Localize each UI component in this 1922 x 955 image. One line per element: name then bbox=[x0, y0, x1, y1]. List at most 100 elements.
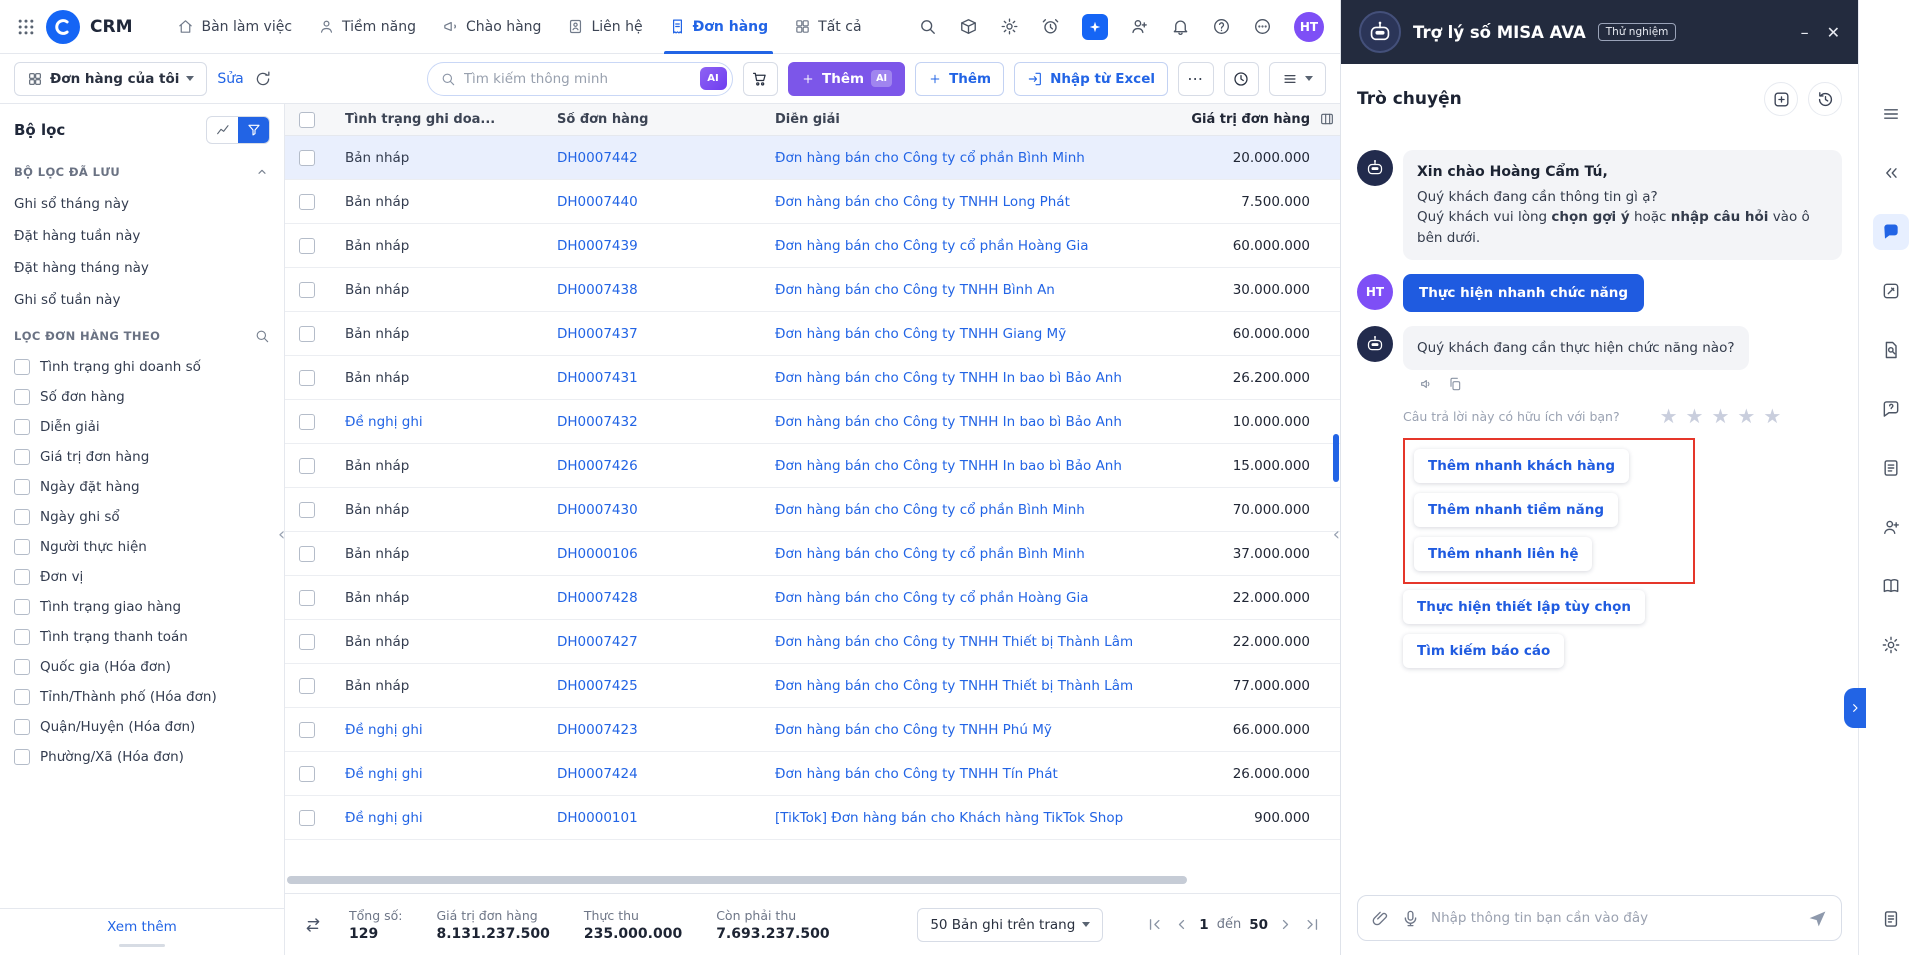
star-icon[interactable]: ★ bbox=[1686, 406, 1704, 426]
checkbox[interactable] bbox=[14, 569, 30, 585]
order-description-link[interactable]: Đơn hàng bán cho Công ty TNHH Thiết bị T… bbox=[759, 678, 1189, 694]
order-number-link[interactable]: DH0007424 bbox=[541, 766, 759, 782]
app-launcher-icon[interactable] bbox=[16, 17, 36, 37]
read-aloud-icon[interactable] bbox=[1419, 376, 1435, 392]
order-number-link[interactable]: DH0007439 bbox=[541, 238, 759, 254]
star-icon[interactable]: ★ bbox=[1763, 406, 1781, 426]
reminder-clock-icon[interactable] bbox=[1041, 17, 1060, 36]
saved-filter-3[interactable]: Ghi sổ tuần này bbox=[0, 284, 284, 316]
checkbox[interactable] bbox=[14, 629, 30, 645]
checkbox[interactable] bbox=[14, 449, 30, 465]
star-icon[interactable]: ★ bbox=[1660, 406, 1678, 426]
nav-item-1[interactable]: Tiềm năng bbox=[305, 0, 429, 54]
more-options-icon[interactable] bbox=[1253, 17, 1272, 36]
checkbox[interactable] bbox=[14, 659, 30, 675]
global-search-icon[interactable] bbox=[918, 17, 937, 36]
table-row[interactable]: Đề nghị ghiDH0007423Đơn hàng bán cho Côn… bbox=[285, 708, 1340, 752]
first-page-button[interactable] bbox=[1145, 915, 1164, 934]
order-description-link[interactable]: Đơn hàng bán cho Công ty TNHH Long Phát bbox=[759, 194, 1189, 210]
table-row[interactable]: Bản nhápDH0007431Đơn hàng bán cho Công t… bbox=[285, 356, 1340, 400]
more-actions-button[interactable]: ⋯ bbox=[1178, 62, 1214, 96]
rail-book-icon[interactable] bbox=[1873, 568, 1909, 604]
saved-filters-header[interactable]: BỘ LỌC ĐÃ LƯU bbox=[0, 152, 284, 188]
order-description-link[interactable]: Đơn hàng bán cho Công ty TNHH Phú Mỹ bbox=[759, 722, 1189, 738]
star-icon[interactable]: ★ bbox=[1737, 406, 1755, 426]
saved-filter-2[interactable]: Đặt hàng tháng này bbox=[0, 252, 284, 284]
rail-compose-icon[interactable] bbox=[1873, 273, 1909, 309]
row-checkbox[interactable] bbox=[285, 458, 329, 474]
filter-field-11[interactable]: Tỉnh/Thành phố (Hóa đơn) bbox=[0, 682, 284, 712]
row-checkbox[interactable] bbox=[285, 590, 329, 606]
sidebar-collapse-handle[interactable]: ‹ bbox=[278, 526, 285, 544]
vertical-scrollbar[interactable] bbox=[1333, 434, 1339, 482]
row-checkbox[interactable] bbox=[285, 370, 329, 386]
filter-field-3[interactable]: Giá trị đơn hàng bbox=[0, 442, 284, 472]
checkbox[interactable] bbox=[14, 719, 30, 735]
table-row[interactable]: Bản nhápDH0007425Đơn hàng bán cho Công t… bbox=[285, 664, 1340, 708]
view-selector[interactable]: Đơn hàng của tôi bbox=[14, 62, 207, 96]
filter-toggle[interactable] bbox=[238, 117, 269, 143]
table-row[interactable]: Bản nhápDH0007430Đơn hàng bán cho Công t… bbox=[285, 488, 1340, 532]
filter-field-1[interactable]: Số đơn hàng bbox=[0, 382, 284, 412]
quick-order-button[interactable] bbox=[743, 62, 779, 96]
order-description-link[interactable]: Đơn hàng bán cho Công ty cổ phần Bình Mi… bbox=[759, 502, 1189, 518]
suggestion-1[interactable]: Tìm kiếm báo cáo bbox=[1403, 634, 1564, 668]
checkbox[interactable] bbox=[14, 749, 30, 765]
user-quick-action[interactable]: Thực hiện nhanh chức năng bbox=[1403, 274, 1644, 312]
filter-field-6[interactable]: Người thực hiện bbox=[0, 532, 284, 562]
order-description-link[interactable]: Đơn hàng bán cho Công ty cổ phần Bình Mi… bbox=[759, 150, 1189, 166]
order-description-link[interactable]: Đơn hàng bán cho Công ty cổ phần Hoàng G… bbox=[759, 590, 1189, 606]
order-description-link[interactable]: Đơn hàng bán cho Công ty TNHH Bình An bbox=[759, 282, 1189, 298]
chat-history-button[interactable] bbox=[1808, 82, 1842, 116]
row-checkbox[interactable] bbox=[285, 678, 329, 694]
filter-field-5[interactable]: Ngày ghi sổ bbox=[0, 502, 284, 532]
col-description[interactable]: Diễn giải bbox=[759, 112, 1189, 127]
order-description-link[interactable]: Đơn hàng bán cho Công ty TNHH In bao bì … bbox=[759, 414, 1189, 430]
order-description-link[interactable]: Đơn hàng bán cho Công ty TNHH Giang Mỹ bbox=[759, 326, 1189, 342]
order-description-link[interactable]: Đơn hàng bán cho Công ty TNHH Tín Phát bbox=[759, 766, 1189, 782]
summary-icon[interactable] bbox=[303, 915, 323, 935]
row-checkbox[interactable] bbox=[285, 766, 329, 782]
filter-field-2[interactable]: Diễn giải bbox=[0, 412, 284, 442]
table-row[interactable]: Bản nhápDH0007426Đơn hàng bán cho Công t… bbox=[285, 444, 1340, 488]
checkbox[interactable] bbox=[14, 419, 30, 435]
suggestion-highlighted-1[interactable]: Thêm nhanh tiềm năng bbox=[1414, 493, 1618, 527]
copy-icon[interactable] bbox=[1447, 376, 1463, 392]
table-row[interactable]: Bản nhápDH0007428Đơn hàng bán cho Công t… bbox=[285, 576, 1340, 620]
filter-field-0[interactable]: Tình trạng ghi doanh số bbox=[0, 352, 284, 382]
filter-field-8[interactable]: Tình trạng giao hàng bbox=[0, 592, 284, 622]
filter-field-7[interactable]: Đơn vị bbox=[0, 562, 284, 592]
select-all-checkbox[interactable] bbox=[285, 112, 329, 128]
nav-item-3[interactable]: Liên hệ bbox=[554, 0, 655, 54]
col-order-no[interactable]: Số đơn hàng bbox=[541, 112, 759, 127]
table-row[interactable]: Bản nhápDH0000106Đơn hàng bán cho Công t… bbox=[285, 532, 1340, 576]
table-row[interactable]: Bản nhápDH0007442Đơn hàng bán cho Công t… bbox=[285, 136, 1340, 180]
send-icon[interactable] bbox=[1807, 908, 1828, 929]
order-description-link[interactable]: [TikTok] Đơn hàng bán cho Khách hàng Tik… bbox=[759, 810, 1189, 826]
row-checkbox[interactable] bbox=[285, 546, 329, 562]
resize-handle[interactable] bbox=[119, 944, 165, 947]
edit-view-link[interactable]: Sửa bbox=[217, 71, 243, 87]
close-button[interactable]: ✕ bbox=[1827, 23, 1840, 42]
rail-form-icon[interactable] bbox=[1873, 450, 1909, 486]
filter-field-4[interactable]: Ngày đặt hàng bbox=[0, 472, 284, 502]
checkbox[interactable] bbox=[14, 509, 30, 525]
table-row[interactable]: Bản nhápDH0007438Đơn hàng bán cho Công t… bbox=[285, 268, 1340, 312]
collapse-tab[interactable] bbox=[1844, 688, 1866, 728]
saved-filter-0[interactable]: Ghi sổ tháng này bbox=[0, 188, 284, 220]
row-checkbox[interactable] bbox=[285, 194, 329, 210]
search-input[interactable] bbox=[464, 71, 692, 87]
row-checkbox[interactable] bbox=[285, 326, 329, 342]
rail-add-contact-icon[interactable] bbox=[1873, 509, 1909, 545]
rail-menu-icon[interactable] bbox=[1873, 96, 1909, 132]
col-value[interactable]: Giá trị đơn hàng bbox=[1189, 112, 1340, 127]
rail-settings-icon[interactable] bbox=[1873, 627, 1909, 663]
suggestion-highlighted-2[interactable]: Thêm nhanh liên hệ bbox=[1414, 537, 1592, 571]
nav-item-0[interactable]: Bàn làm việc bbox=[164, 0, 305, 54]
attach-icon[interactable] bbox=[1371, 909, 1390, 928]
order-number-link[interactable]: DH0007442 bbox=[541, 150, 759, 166]
row-checkbox[interactable] bbox=[285, 722, 329, 738]
layout-options-button[interactable] bbox=[1269, 62, 1326, 96]
checkbox[interactable] bbox=[14, 389, 30, 405]
star-rating[interactable]: ★★★★★ bbox=[1660, 406, 1782, 426]
